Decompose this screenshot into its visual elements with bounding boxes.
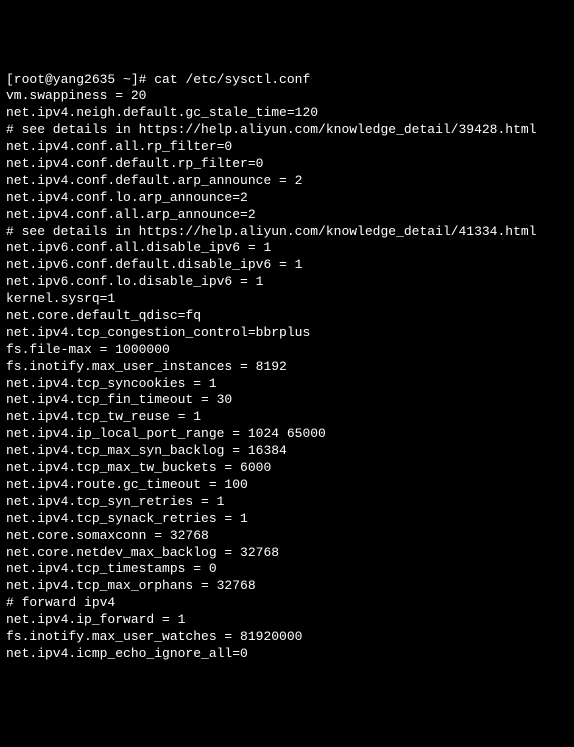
output-line: net.ipv4.tcp_max_orphans = 32768 [6,578,568,595]
output-line: net.ipv4.ip_local_port_range = 1024 6500… [6,426,568,443]
output-line: net.ipv4.tcp_synack_retries = 1 [6,511,568,528]
output-line: net.ipv4.conf.all.rp_filter=0 [6,139,568,156]
output-line: net.ipv4.conf.lo.arp_announce=2 [6,190,568,207]
command-text: cat /etc/sysctl.conf [154,72,310,87]
output-line: net.ipv4.tcp_fin_timeout = 30 [6,392,568,409]
output-line: vm.swappiness = 20 [6,88,568,105]
output-line: net.ipv4.tcp_max_tw_buckets = 6000 [6,460,568,477]
output-line: net.ipv4.tcp_timestamps = 0 [6,561,568,578]
output-line: net.ipv4.tcp_tw_reuse = 1 [6,409,568,426]
output-line: net.ipv4.tcp_syncookies = 1 [6,376,568,393]
output-line: net.ipv6.conf.default.disable_ipv6 = 1 [6,257,568,274]
output-line: net.core.netdev_max_backlog = 32768 [6,545,568,562]
output-line: net.ipv4.conf.default.rp_filter=0 [6,156,568,173]
output-line: net.ipv4.tcp_max_syn_backlog = 16384 [6,443,568,460]
output-line: # see details in https://help.aliyun.com… [6,224,568,241]
output-line: net.ipv4.conf.all.arp_announce=2 [6,207,568,224]
shell-prompt: [root@yang2635 ~]# [6,72,154,87]
output-line: net.core.default_qdisc=fq [6,308,568,325]
output-line: # forward ipv4 [6,595,568,612]
output-line: fs.inotify.max_user_instances = 8192 [6,359,568,376]
output-line: net.ipv6.conf.all.disable_ipv6 = 1 [6,240,568,257]
output-line: # see details in https://help.aliyun.com… [6,122,568,139]
output-line: net.ipv4.tcp_congestion_control=bbrplus [6,325,568,342]
output-line: net.core.somaxconn = 32768 [6,528,568,545]
output-line: net.ipv6.conf.lo.disable_ipv6 = 1 [6,274,568,291]
output-line: net.ipv4.conf.default.arp_announce = 2 [6,173,568,190]
output-line: net.ipv4.ip_forward = 1 [6,612,568,629]
output-line: fs.file-max = 1000000 [6,342,568,359]
output-line: net.ipv4.neigh.default.gc_stale_time=120 [6,105,568,122]
prompt-line: [root@yang2635 ~]# cat /etc/sysctl.conf [6,72,568,89]
output-line: net.ipv4.route.gc_timeout = 100 [6,477,568,494]
output-line: fs.inotify.max_user_watches = 81920000 [6,629,568,646]
output-line: kernel.sysrq=1 [6,291,568,308]
output-line: net.ipv4.icmp_echo_ignore_all=0 [6,646,568,663]
output-line: net.ipv4.tcp_syn_retries = 1 [6,494,568,511]
